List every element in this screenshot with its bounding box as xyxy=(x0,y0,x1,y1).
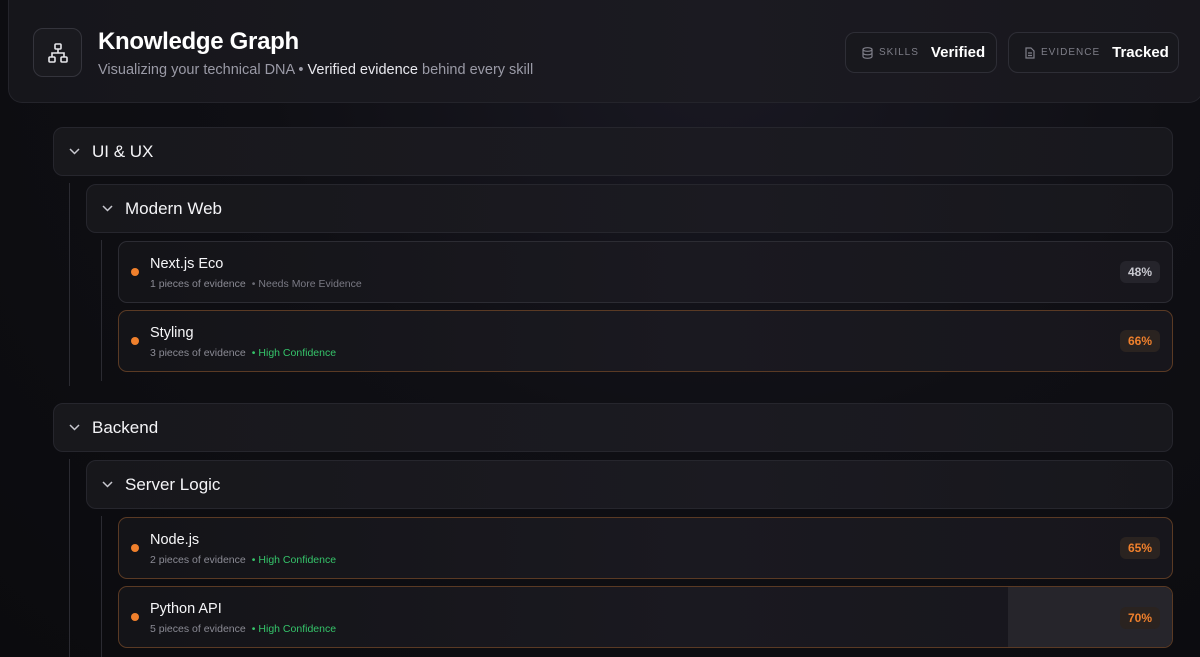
status-dot xyxy=(131,268,139,276)
skill-meta: 5 pieces of evidence • High Confidence xyxy=(150,623,337,635)
evidence-count: 2 pieces of evidence xyxy=(150,554,246,566)
subcategory-name: Modern Web xyxy=(125,198,223,218)
subtitle-prefix: Visualizing your technical DNA • xyxy=(98,62,304,78)
evidence-count: 1 pieces of evidence xyxy=(150,278,246,290)
skill-meta: 3 pieces of evidence • High Confidence xyxy=(150,347,337,359)
tree-line xyxy=(101,516,102,657)
page-title: Knowledge Graph xyxy=(98,28,299,55)
percent-badge: 70% xyxy=(1119,607,1160,629)
skill-card-nodejs[interactable]: Node.js 2 pieces of evidence • High Confid… xyxy=(118,517,1173,579)
database-icon xyxy=(862,46,873,59)
status-dot xyxy=(131,337,139,345)
category-name: Backend xyxy=(92,417,159,437)
chevron-down-icon xyxy=(68,146,80,158)
document-icon xyxy=(1025,46,1035,59)
chevron-down-icon xyxy=(101,203,113,215)
chevron-down-icon xyxy=(68,422,80,434)
status-dot xyxy=(131,613,139,621)
evidence-stat-value: Tracked xyxy=(1112,44,1169,61)
evidence-stat-label: EVIDENCE xyxy=(1041,47,1101,58)
chevron-down-icon xyxy=(101,479,113,491)
skill-card-python-api[interactable]: Python API 5 pieces of evidence • High Con… xyxy=(118,586,1173,648)
tree-line xyxy=(101,240,102,381)
skill-meta: 2 pieces of evidence • High Confidence xyxy=(150,554,337,566)
skill-card-nextjs[interactable]: Next.js Eco 1 pieces of evidence • Needs M… xyxy=(118,241,1173,303)
graph-logo-icon xyxy=(33,28,82,77)
subtitle-suffix: behind every skill xyxy=(422,62,534,78)
category-backend[interactable]: Backend xyxy=(53,403,1173,452)
skill-name: Node.js xyxy=(150,532,200,548)
confidence-label: High Confidence xyxy=(258,347,337,359)
status-dot xyxy=(131,544,139,552)
skills-stat-badge: SKILLS Verified xyxy=(845,32,997,73)
skill-name: Next.js Eco xyxy=(150,256,224,272)
page-subtitle: Visualizing your technical DNA • Verifie… xyxy=(98,62,533,78)
percent-badge: 65% xyxy=(1119,537,1160,559)
skill-name: Python API xyxy=(150,601,222,617)
subcategory-modern-web[interactable]: Modern Web xyxy=(86,184,1173,233)
skill-meta: 1 pieces of evidence • Needs More Evidence xyxy=(150,278,362,290)
category-ui-ux[interactable]: UI & UX xyxy=(53,127,1173,176)
subcategory-server-logic[interactable]: Server Logic xyxy=(86,460,1173,509)
category-name: UI & UX xyxy=(92,141,154,161)
tree-line xyxy=(69,459,70,657)
tree-line xyxy=(69,183,70,386)
percent-badge: 66% xyxy=(1119,330,1160,352)
skills-stat-value: Verified xyxy=(930,44,986,61)
skill-card-styling[interactable]: Styling 3 pieces of evidence • High Confid… xyxy=(118,310,1173,372)
skills-stat-label: SKILLS xyxy=(879,47,919,58)
confidence-label: High Confidence xyxy=(258,623,337,635)
subcategory-name: Server Logic xyxy=(125,474,221,494)
page-header: Knowledge Graph Visualizing your technic… xyxy=(8,0,1200,103)
subtitle-highlight: Verified evidence xyxy=(307,62,418,78)
confidence-label: Needs More Evidence xyxy=(258,278,362,290)
evidence-count: 3 pieces of evidence xyxy=(150,347,246,359)
evidence-count: 5 pieces of evidence xyxy=(150,623,246,635)
percent-badge: 48% xyxy=(1119,261,1160,283)
evidence-stat-badge: EVIDENCE Tracked xyxy=(1008,32,1179,73)
skill-name: Styling xyxy=(150,325,194,341)
confidence-label: High Confidence xyxy=(258,554,337,566)
